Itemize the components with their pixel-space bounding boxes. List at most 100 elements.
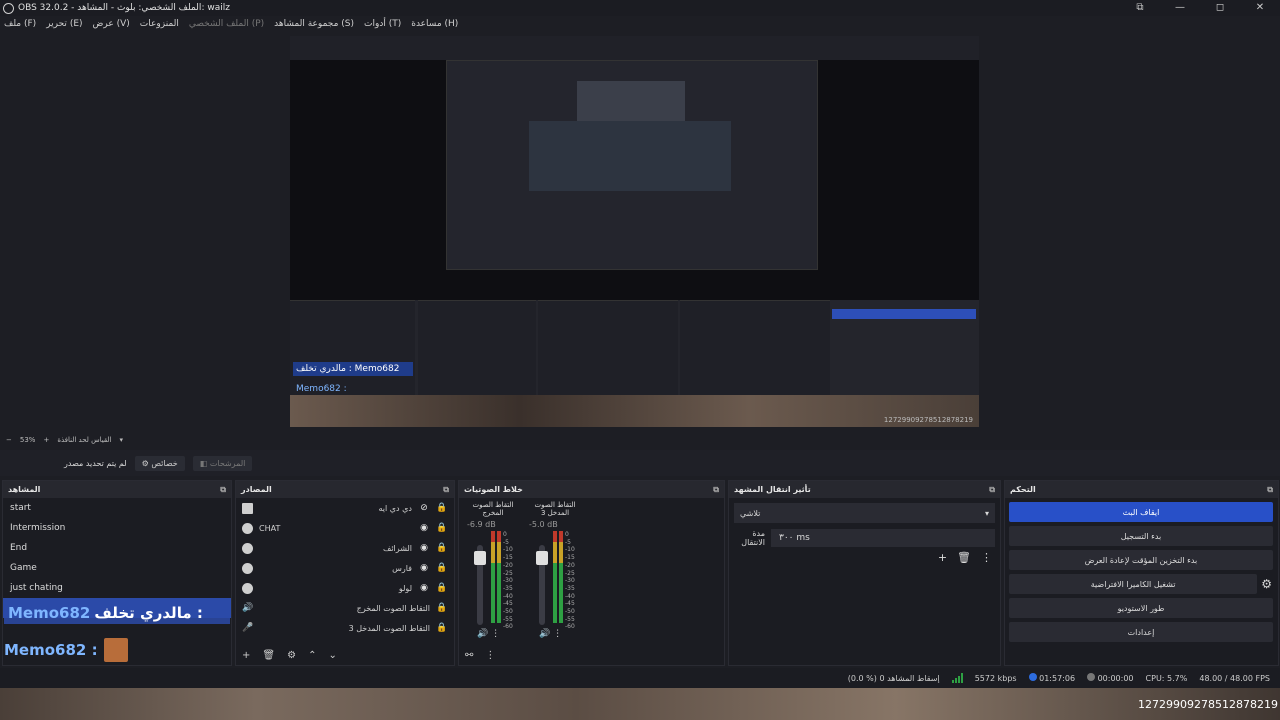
browser-source-icon (242, 582, 253, 594)
chevron-down-icon[interactable]: ▾ (120, 436, 124, 444)
mixer-dock-header: خلاط الصوتيات ⧉ (459, 481, 724, 498)
bitrate: 5572 kbps (974, 673, 1017, 683)
duration-input[interactable]: ٣٠٠ ms (771, 529, 995, 547)
eye-hidden-icon[interactable]: ⊘ (418, 503, 430, 513)
transitions-dock-header: تأثير انتقال المشهد ⧉ (729, 481, 1000, 498)
undock-icon[interactable]: ⧉ (443, 485, 449, 495)
undock-icon[interactable]: ⧉ (989, 485, 995, 495)
nested-id-text: 12729909278512878219 (883, 416, 973, 424)
transition-select[interactable]: تلاشي ▾ (734, 503, 995, 523)
scene-item-start[interactable]: start (3, 498, 231, 518)
undock-icon[interactable]: ⧉ (713, 485, 719, 495)
eye-icon[interactable]: ◉ (418, 563, 430, 573)
live-indicator: 00:00:00 (1087, 673, 1134, 683)
scenes-dock-header: المشاهد ⧉ (3, 481, 231, 498)
menu-file[interactable]: ملف (F) (4, 19, 36, 29)
nested-scenes-dock (290, 300, 415, 395)
close-button[interactable]: ✕ (1240, 0, 1280, 16)
source-item[interactable]: الشرائف ◉ 🔒 (236, 538, 454, 558)
zoom-in-button[interactable]: + (43, 436, 49, 444)
menu-scene-collection[interactable]: مجموعة المشاهد (S) (274, 19, 354, 29)
start-replay-buffer-button[interactable]: بدء التخزين المؤقت لإعادة العرض (1009, 550, 1273, 570)
scene-item-end[interactable]: End (3, 538, 231, 558)
undock-icon[interactable]: ⧉ (220, 485, 226, 495)
sources-dock-header: المصادر ⧉ (236, 481, 454, 498)
source-item[interactable]: CHAT ◉ 🔒 (236, 518, 454, 538)
scene-item-intermission[interactable]: Intermission (3, 518, 231, 538)
lock-icon[interactable]: 🔒 (436, 503, 448, 513)
title-bar: OBS 32.0.2 - الملف الشخصي: بلوث - المشاه… (0, 0, 1280, 16)
eye-icon[interactable]: ◉ (418, 523, 430, 533)
source-item[interactable]: فارس ◉ 🔒 (236, 558, 454, 578)
gear-icon[interactable]: ⚙ (1261, 577, 1272, 591)
zoom-out-button[interactable]: − (6, 436, 12, 444)
scene-item-just-chating[interactable]: just chating (3, 578, 231, 598)
window-controls: ⧉ — ◻ ✕ (1120, 0, 1280, 16)
nested-chat-user: Memo682 : (296, 384, 347, 394)
emote-image (103, 638, 128, 662)
volume-knob[interactable] (474, 551, 486, 565)
settings-button[interactable]: إعدادات (1009, 622, 1273, 642)
start-recording-button[interactable]: بدء التسجيل (1009, 526, 1273, 546)
nested-sources-dock (418, 300, 536, 395)
eye-icon[interactable]: ◉ (418, 543, 430, 553)
zoom-fit-label[interactable]: القياس لحد النافذة (57, 436, 111, 444)
menu-help[interactable]: مساعدة (H) (411, 19, 458, 29)
studio-mode-button[interactable]: طور الاستوديو (1009, 598, 1273, 618)
nested-mixer-dock (538, 300, 678, 395)
restore-icon[interactable]: ⧉ (1120, 0, 1160, 16)
minimize-button[interactable]: — (1160, 0, 1200, 16)
zoom-bar: − 53% + القياس لحد النافذة ▾ (0, 433, 1280, 447)
eye-icon[interactable]: ◉ (418, 583, 430, 593)
chat-message: Memo682 : (4, 638, 128, 662)
lock-icon[interactable]: 🔒 (436, 523, 448, 533)
lock-icon[interactable]: 🔒 (436, 563, 448, 573)
trash-icon[interactable]: 🗑 (957, 551, 971, 564)
nested-floor (290, 395, 979, 427)
no-source-label: لم يتم تحديد مصدر (64, 458, 127, 468)
lock-icon[interactable]: 🔒 (436, 543, 448, 553)
properties-button[interactable]: ⚙ خصائص (134, 455, 185, 471)
menu-profile[interactable]: الملف الشخصي (P) (189, 19, 264, 29)
controls-dock: التحكم ⧉ ايقاف البث بدء التسجيل بدء التخ… (1004, 480, 1279, 666)
source-item[interactable]: لولو ◉ 🔒 (236, 578, 454, 598)
source-item[interactable]: دي دي ايه ⊘ 🔒 (236, 498, 454, 518)
obs-logo-icon (3, 2, 14, 14)
filters-button[interactable]: ◧ المرشحات (192, 455, 253, 471)
menu-docks[interactable]: المنزوعات (140, 19, 179, 29)
stop-streaming-button[interactable]: ايقاف البث (1009, 502, 1273, 522)
image-source-icon (242, 502, 253, 514)
live-icon (1087, 673, 1096, 681)
chat-overlay: Memo682 مالدري تخلف : Memo682 : (0, 600, 620, 664)
transitions-dock: تأثير انتقال المشهد ⧉ تلاشي ▾ مدة الانتق… (728, 480, 1001, 666)
cpu-usage: CPU: 5.7% (1145, 673, 1188, 683)
record-icon (1028, 673, 1037, 681)
menu-view[interactable]: عرض (V) (93, 19, 130, 29)
background-floor (0, 688, 1280, 720)
menu-dots-icon[interactable]: ⋮ (981, 551, 992, 564)
virtual-camera-button[interactable]: تشغيل الكاميرا الافتراضية (1009, 574, 1258, 594)
nested-titlebar (290, 36, 979, 60)
chat-message-highlighted: Memo682 مالدري تخلف : (4, 602, 230, 624)
zoom-level: 53% (19, 436, 36, 444)
nested-chat-row: مالدري تخلف : Memo682 (293, 362, 413, 376)
scene-item-game[interactable]: Game (3, 558, 231, 578)
nested-preview (446, 60, 818, 270)
transition-toolbar: + 🗑 ⋮ (938, 551, 992, 564)
lock-icon[interactable]: 🔒 (436, 583, 448, 593)
nested-dock-deep (529, 121, 731, 191)
add-transition-icon[interactable]: + (938, 551, 947, 564)
bottom-id-text: 12729909278512878219 (1138, 698, 1278, 711)
gear-icon: ⚙ (141, 458, 152, 468)
signal-bars-icon (951, 673, 963, 683)
menu-bar: ملف (F) تحرير (E) عرض (V) المنزوعات المل… (0, 16, 1280, 32)
menu-edit[interactable]: تحرير (E) (46, 19, 82, 29)
undock-icon[interactable]: ⧉ (1267, 485, 1273, 495)
volume-knob[interactable] (536, 551, 548, 565)
status-bar: (0.0 %) إسقاط المشاهد 0 5572 kbps 01:57:… (0, 668, 1280, 688)
menu-tools[interactable]: أدوات (T) (364, 19, 401, 29)
maximize-button[interactable]: ◻ (1200, 0, 1240, 16)
chevron-down-icon: ▾ (984, 508, 989, 518)
preview-canvas[interactable]: مالدري تخلف : Memo682 Memo682 : 12729909… (290, 36, 979, 427)
browser-source-icon (242, 562, 253, 574)
